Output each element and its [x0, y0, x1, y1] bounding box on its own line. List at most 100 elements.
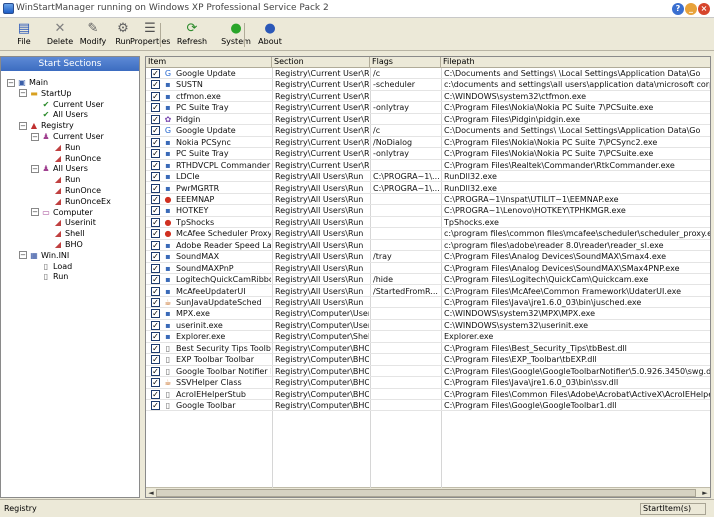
- tree-item-bho[interactable]: ◢ BHO: [43, 239, 83, 250]
- enable-checkbox[interactable]: ✓: [151, 91, 160, 101]
- flags-column-header[interactable]: Flags: [370, 57, 441, 68]
- table-row[interactable]: ✓ ● TpShocks Registry\All Users\Run TpShocks…: [146, 217, 710, 229]
- enable-checkbox[interactable]: ✓: [151, 103, 160, 113]
- table-row[interactable]: ✓ ▪ SUSTN Registry\Current User\Run -schedul…: [146, 79, 710, 91]
- file-button[interactable]: ▤ File: [4, 21, 44, 50]
- table-row[interactable]: ✓ ▪ userinit.exe Registry\Computer\Userinit…: [146, 320, 710, 332]
- table-row[interactable]: ✓ ▪ Explorer.exe Registry\Computer\Shell Exp…: [146, 331, 710, 343]
- enable-checkbox[interactable]: ✓: [151, 401, 160, 411]
- collapse-icon[interactable]: −: [19, 121, 27, 130]
- enable-checkbox[interactable]: ✓: [151, 343, 160, 353]
- item-column-header[interactable]: Item: [146, 57, 272, 68]
- table-row[interactable]: ✓ ▪ McAfeeUpdaterUI Registry\All Users\Run /…: [146, 286, 710, 297]
- enable-checkbox[interactable]: ✓: [151, 80, 160, 90]
- scroll-left-icon[interactable]: ◄: [147, 489, 155, 497]
- enable-checkbox[interactable]: ✓: [151, 378, 160, 388]
- table-row[interactable]: ✓ ▯ AcroIEHelperStub Registry\Computer\BHO C…: [146, 389, 710, 400]
- table-row[interactable]: ✓ ▯ EXP Toolbar Toolbar Registry\Computer\B…: [146, 354, 710, 366]
- table-row[interactable]: ✓ ▪ PC Suite Tray Registry\Current User\Run…: [146, 102, 710, 114]
- scroll-right-icon[interactable]: ►: [701, 489, 709, 497]
- table-row[interactable]: ✓ ▪ RTHDVCPL Commander Registry\Current Use…: [146, 160, 710, 171]
- enable-checkbox[interactable]: ✓: [151, 69, 160, 78]
- tree-item-startup[interactable]: − ▬ StartUp: [19, 88, 71, 99]
- enable-checkbox[interactable]: ✓: [151, 332, 160, 342]
- table-row[interactable]: ✓ ▪ Nokia PCSync Registry\Current User\Run /…: [146, 137, 710, 149]
- tree-item-runonce[interactable]: ◢ RunOnce: [43, 185, 101, 196]
- section-column-header[interactable]: Section: [272, 57, 370, 68]
- tree-item-current-user[interactable]: ✔ Current User: [31, 99, 104, 110]
- table-row[interactable]: ✓ ✿ Pidgin Registry\Current User\Run C:\Prog…: [146, 114, 710, 126]
- table-row[interactable]: ✓ ☕ SunJavaUpdateSched Registry\All Users\R…: [146, 297, 710, 309]
- tree-item-shell[interactable]: ◢ Shell: [43, 228, 85, 239]
- enable-checkbox[interactable]: ✓: [151, 229, 160, 239]
- enable-checkbox[interactable]: ✓: [151, 286, 160, 296]
- table-row[interactable]: ✓ ▪ SoundMAXPnP Registry\All Users\Run C:\Pr…: [146, 263, 710, 275]
- horizontal-scrollbar[interactable]: ◄ ►: [146, 487, 710, 497]
- table-row[interactable]: ✓ ▯ Google Toolbar Registry\Computer\BHO C:\…: [146, 400, 710, 412]
- table-row[interactable]: ✓ ▯ Google Toolbar Notifier BHO Registry\Co…: [146, 366, 710, 378]
- table-row[interactable]: ✓ G Google Update Registry\Current User\Run…: [146, 125, 710, 137]
- enable-checkbox[interactable]: ✓: [151, 275, 160, 285]
- enable-checkbox[interactable]: ✓: [151, 366, 160, 376]
- enable-checkbox[interactable]: ✓: [151, 183, 160, 193]
- properties-button[interactable]: ☰ Properties: [130, 21, 170, 50]
- table-row[interactable]: ✓ ● EEEMNAP Registry\All Users\Run C:\PROGRA…: [146, 194, 710, 206]
- collapse-icon[interactable]: −: [31, 208, 39, 217]
- enable-checkbox[interactable]: ✓: [151, 298, 160, 307]
- table-row[interactable]: ✓ ▪ MPX.exe Registry\Computer\Userinit C:\WI…: [146, 308, 710, 320]
- tree-item-registry[interactable]: − ▲ Registry: [19, 120, 74, 131]
- enable-checkbox[interactable]: ✓: [151, 389, 160, 399]
- enable-checkbox[interactable]: ✓: [151, 172, 160, 182]
- enable-checkbox[interactable]: ✓: [151, 240, 160, 250]
- tree-item-runonceex[interactable]: ◢ RunOnceEx: [43, 196, 111, 207]
- minimize-button[interactable]: _: [685, 3, 697, 15]
- tree-item-computer[interactable]: − ▭ Computer: [31, 207, 93, 218]
- close-button[interactable]: ×: [698, 3, 710, 15]
- enable-checkbox[interactable]: ✓: [151, 252, 160, 262]
- enable-checkbox[interactable]: ✓: [151, 320, 160, 330]
- collapse-icon[interactable]: −: [31, 132, 39, 141]
- refresh-button[interactable]: ⟳ Refresh: [172, 21, 212, 50]
- enable-checkbox[interactable]: ✓: [151, 355, 160, 365]
- table-row[interactable]: ✓ ▪ HOTKEY Registry\All Users\Run C:\PROGRA~…: [146, 205, 710, 217]
- collapse-icon[interactable]: −: [19, 251, 27, 260]
- enable-checkbox[interactable]: ✓: [151, 217, 160, 227]
- enable-checkbox[interactable]: ✓: [151, 126, 160, 136]
- scroll-thumb[interactable]: [156, 489, 696, 497]
- table-row[interactable]: ✓ ● McAfee Scheduler Proxy Registry\All Use…: [146, 228, 710, 240]
- table-row[interactable]: ✓ ▪ ctfmon.exe Registry\Current User\Run C:\…: [146, 91, 710, 103]
- tree-item-all-users[interactable]: − ♟ All Users: [31, 163, 88, 174]
- enable-checkbox[interactable]: ✓: [151, 137, 160, 147]
- table-row[interactable]: ✓ ▪ PwrMGRTR Registry\All Users\Run C:\PROGR…: [146, 183, 710, 194]
- enable-checkbox[interactable]: ✓: [151, 149, 160, 159]
- tree-item-current-user[interactable]: − ♟ Current User: [31, 131, 104, 142]
- enable-checkbox[interactable]: ✓: [151, 206, 160, 216]
- collapse-icon[interactable]: −: [31, 164, 39, 173]
- help-button[interactable]: ?: [672, 3, 684, 15]
- tree-item-run[interactable]: ◢ Run: [43, 142, 80, 153]
- enable-checkbox[interactable]: ✓: [151, 160, 160, 170]
- table-row[interactable]: ✓ ▯ Best Security Tips Toolbar Registry\Com…: [146, 343, 710, 355]
- table-row[interactable]: ✓ G Google Update Registry\Current User\Run…: [146, 68, 710, 80]
- enable-checkbox[interactable]: ✓: [151, 309, 160, 319]
- tree-item-run[interactable]: ▯ Run: [31, 271, 69, 282]
- tree-item-main[interactable]: − ▣ Main: [7, 77, 48, 88]
- enable-checkbox[interactable]: ✓: [151, 263, 160, 273]
- enable-checkbox[interactable]: ✓: [151, 114, 160, 124]
- table-row[interactable]: ✓ ▪ LogitechQuickCamRibbon Registry\All Use…: [146, 274, 710, 286]
- tree-item-run[interactable]: ◢ Run: [43, 174, 80, 185]
- tree-item-load[interactable]: ▯ Load: [31, 261, 72, 272]
- tree-item-userinit[interactable]: ◢ Userinit: [43, 217, 96, 228]
- filepath-column-header[interactable]: Filepath: [441, 57, 710, 68]
- tree-item-all-users[interactable]: ✔ All Users: [31, 109, 88, 120]
- table-row[interactable]: ✓ ▪ PC Suite Tray Registry\Current User\Run…: [146, 148, 710, 160]
- about-button[interactable]: ● About: [250, 21, 290, 50]
- table-row[interactable]: ✓ ▪ Adobe Reader Speed Lau... Registry\All …: [146, 240, 710, 252]
- enable-checkbox[interactable]: ✓: [151, 194, 160, 204]
- table-row[interactable]: ✓ ▪ LDCIe Registry\All Users\Run C:\PROGRA~1…: [146, 171, 710, 183]
- tree-item-win-ini[interactable]: − ▦ Win.INI: [19, 250, 69, 261]
- collapse-icon[interactable]: −: [7, 78, 15, 87]
- table-row[interactable]: ✓ ▪ SoundMAX Registry\All Users\Run/tray C:\…: [146, 251, 710, 263]
- collapse-icon[interactable]: −: [19, 89, 27, 98]
- table-row[interactable]: ✓ ☕ SSVHelper Class Registry\Computer\BHO C:…: [146, 377, 710, 389]
